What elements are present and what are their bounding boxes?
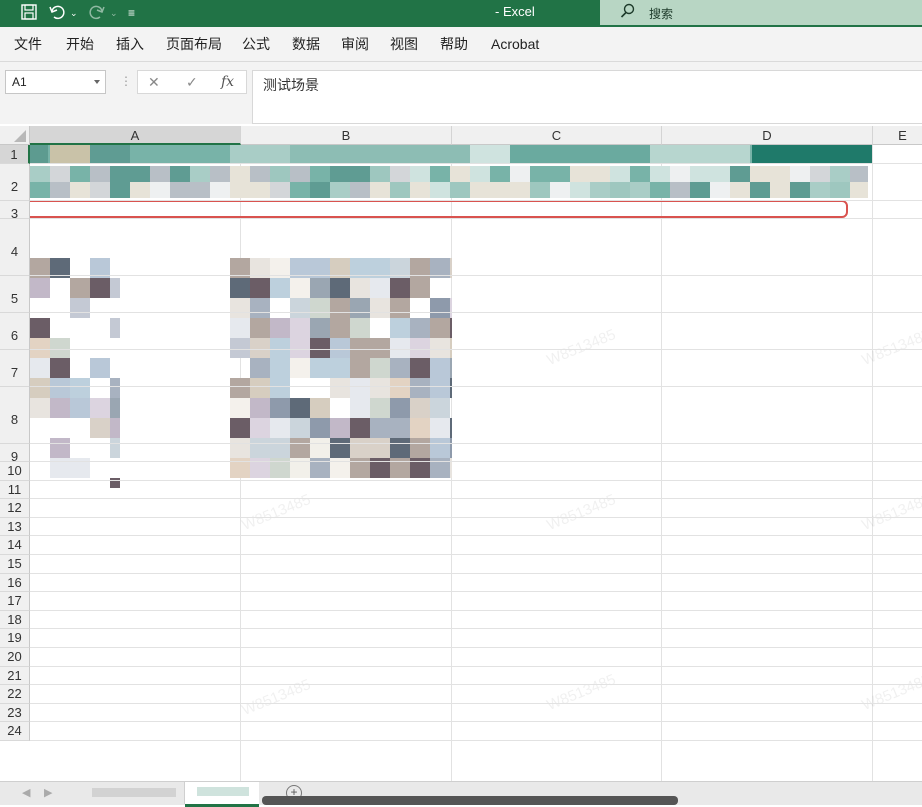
row-header-3[interactable]: 3: [0, 201, 30, 221]
row-header-8[interactable]: 8: [0, 387, 30, 444]
cancel-icon[interactable]: ✕: [148, 74, 160, 91]
tab-data[interactable]: 数据: [292, 35, 320, 53]
ribbon-tabs: 文件 开始 插入 页面布局 公式 数据 审阅 视图 帮助 Acrobat: [0, 27, 922, 62]
search-icon: [620, 3, 636, 19]
row-header-4[interactable]: 4: [0, 219, 30, 276]
row-header-12[interactable]: 12: [0, 499, 30, 518]
chevron-down-icon[interactable]: [94, 80, 100, 84]
window-title: - Excel: [495, 4, 535, 19]
next-sheet-icon[interactable]: ▶: [44, 786, 52, 799]
search-label: 搜索: [649, 7, 674, 21]
tab-view[interactable]: 视图: [390, 35, 418, 53]
row-header-15[interactable]: 15: [0, 555, 30, 574]
column-header-a[interactable]: A: [30, 126, 241, 145]
worksheet-grid: A B C D E W8513485 W8513485 W8513485 W85…: [0, 124, 922, 781]
formula-input[interactable]: 测试场景: [252, 70, 922, 124]
enter-icon[interactable]: ✓: [186, 74, 198, 91]
row-header-13[interactable]: 13: [0, 517, 30, 537]
formula-buttons: ✕ ✓ fx: [137, 70, 247, 94]
row-header-1[interactable]: 1: [0, 145, 30, 164]
text-redacted-a: [30, 258, 120, 488]
tab-formulas[interactable]: 公式: [242, 35, 270, 53]
highlight-outline-row-3: [2, 200, 848, 218]
sheet-tab-1[interactable]: [84, 782, 185, 804]
row-header-7[interactable]: 7: [0, 350, 30, 387]
undo-icon[interactable]: [48, 3, 66, 23]
title-bar: ⌄ ⌄ ≡ - Excel 搜索: [0, 0, 922, 27]
watermark: W8513485: [859, 671, 922, 714]
row2-redacted: [30, 166, 868, 198]
tab-review[interactable]: 审阅: [341, 35, 369, 53]
tab-page-layout[interactable]: 页面布局: [166, 35, 222, 53]
column-header-c[interactable]: C: [452, 126, 662, 145]
row-header-18[interactable]: 18: [0, 610, 30, 630]
name-box-value: A1: [12, 75, 27, 89]
sheet-tab-bar: ◀ ▶ +: [0, 781, 922, 807]
more-icon: ⋮: [120, 74, 132, 88]
watermark: W8513485: [544, 671, 619, 714]
row-header-20[interactable]: 20: [0, 648, 30, 667]
customize-quick-access-icon[interactable]: ≡: [128, 3, 135, 23]
watermark: W8513485: [239, 676, 314, 719]
row-header-22[interactable]: 22: [0, 685, 30, 704]
save-icon[interactable]: [20, 3, 38, 23]
watermark: W8513485: [859, 326, 922, 369]
formula-bar: A1 ⋮ ✕ ✓ fx 测试场景: [0, 62, 922, 124]
prev-sheet-icon[interactable]: ◀: [22, 786, 30, 799]
name-box[interactable]: A1: [5, 70, 106, 94]
insert-function-icon[interactable]: fx: [221, 74, 234, 90]
row-header-11[interactable]: 11: [0, 480, 30, 500]
watermark: W8513485: [544, 326, 619, 369]
row-header-10[interactable]: 10: [0, 462, 30, 481]
row-header-2[interactable]: 2: [0, 164, 30, 201]
row-header-21[interactable]: 21: [0, 666, 30, 686]
tab-file[interactable]: 文件: [14, 35, 42, 53]
row-header-16[interactable]: 16: [0, 573, 30, 593]
column-header-e[interactable]: E: [873, 126, 922, 145]
row-header-14[interactable]: 14: [0, 536, 30, 555]
image-redacted-b: [230, 258, 452, 478]
redo-dropdown-icon[interactable]: ⌄: [110, 3, 118, 23]
tab-acrobat[interactable]: Acrobat: [491, 35, 539, 53]
row-header-19[interactable]: 19: [0, 629, 30, 648]
column-header-d[interactable]: D: [662, 126, 873, 145]
undo-dropdown-icon[interactable]: ⌄: [70, 3, 78, 23]
row-header-17[interactable]: 17: [0, 592, 30, 611]
column-header-b[interactable]: B: [241, 126, 452, 145]
formula-value: 测试场景: [263, 77, 319, 93]
row-header-9[interactable]: 9: [0, 444, 30, 464]
row-header-5[interactable]: 5: [0, 276, 30, 313]
tab-insert[interactable]: 插入: [116, 35, 144, 53]
sheet-tab-2[interactable]: [185, 782, 259, 807]
row-header-6[interactable]: 6: [0, 313, 30, 350]
select-all-corner[interactable]: [0, 126, 30, 145]
header-row-redacted: [30, 145, 872, 164]
row-header-24[interactable]: 24: [0, 722, 30, 741]
row-header-23[interactable]: 23: [0, 703, 30, 723]
tab-home[interactable]: 开始: [66, 35, 94, 53]
tab-help[interactable]: 帮助: [440, 35, 468, 53]
search-box[interactable]: 搜索: [600, 0, 922, 25]
redo-icon[interactable]: [88, 3, 106, 23]
